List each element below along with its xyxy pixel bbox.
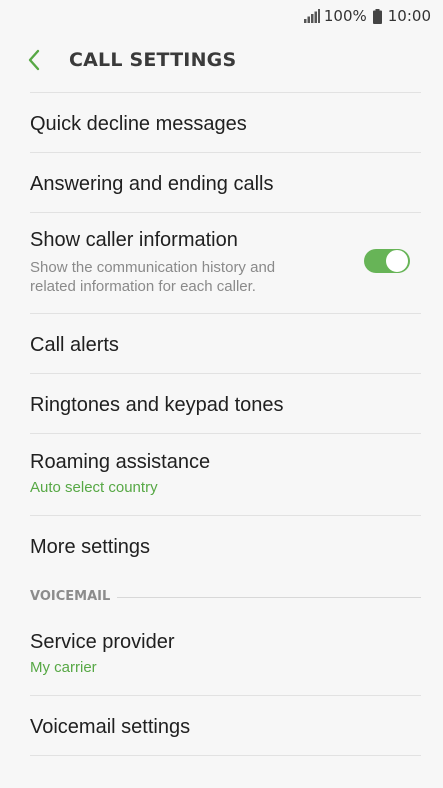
battery-percentage: 100% (323, 7, 367, 25)
item-value: My carrier (30, 659, 97, 676)
item-label: Call alerts (30, 334, 119, 356)
roaming-assistance-item[interactable]: Roaming assistance Auto select country (0, 434, 443, 516)
settings-list: Quick decline messages Answering and end… (0, 93, 443, 756)
divider (30, 755, 421, 756)
app-header: CALL SETTINGS (0, 32, 443, 90)
item-label: More settings (30, 536, 151, 558)
show-caller-information-item[interactable]: Show caller information Show the communi… (0, 213, 443, 314)
toggle-knob (385, 249, 409, 273)
caller-info-toggle[interactable] (364, 249, 410, 273)
status-bar: 100% 10:00 (0, 0, 443, 32)
clock: 10:00 (387, 7, 431, 25)
chevron-left-icon (28, 49, 40, 71)
back-button[interactable] (20, 46, 48, 74)
service-provider-item[interactable]: Service provider My carrier (0, 614, 443, 696)
item-value: Auto select country (30, 479, 158, 496)
quick-decline-messages-item[interactable]: Quick decline messages (0, 93, 443, 153)
item-label: Quick decline messages (30, 113, 247, 135)
item-description: Show the communication history and relat… (30, 259, 276, 295)
voicemail-settings-item[interactable]: Voicemail settings (0, 696, 443, 756)
item-label: Voicemail settings (30, 716, 191, 738)
signal-icon (303, 9, 320, 23)
answering-and-ending-calls-item[interactable]: Answering and ending calls (0, 153, 443, 213)
status-right: 100% 10:00 (303, 6, 431, 26)
battery-icon (372, 8, 382, 24)
ringtones-and-keypad-tones-item[interactable]: Ringtones and keypad tones (0, 374, 443, 434)
item-label: Show caller information (30, 229, 238, 251)
item-label: Service provider (30, 631, 175, 653)
item-label: Roaming assistance (30, 451, 211, 473)
section-label: VOICEMAIL (30, 589, 111, 604)
page-title: CALL SETTINGS (69, 49, 237, 71)
item-label: Answering and ending calls (30, 173, 274, 195)
item-label: Ringtones and keypad tones (30, 394, 284, 416)
more-settings-item[interactable]: More settings (0, 516, 443, 576)
voicemail-section-header: VOICEMAIL (0, 576, 443, 614)
section-divider (117, 597, 421, 598)
call-alerts-item[interactable]: Call alerts (0, 314, 443, 374)
